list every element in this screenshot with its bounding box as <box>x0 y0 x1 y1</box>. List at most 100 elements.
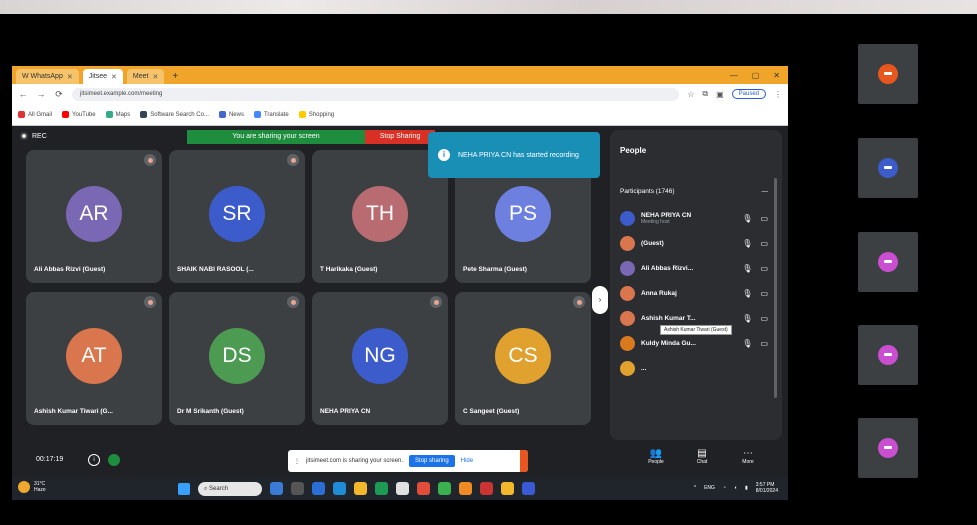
participant-name: NEHA PRIYA CN <box>320 408 371 415</box>
app-icon[interactable] <box>375 482 388 495</box>
participant-tile[interactable]: DS Dr M Srikanth (Guest) <box>169 292 305 425</box>
hide-button[interactable]: Hide <box>461 458 473 464</box>
video-thumbnail[interactable] <box>858 44 918 104</box>
weather-text: 31°C Haze <box>34 481 46 493</box>
chat-icon: ▤ <box>697 448 707 459</box>
app-icon[interactable] <box>480 482 493 495</box>
participant-tile[interactable]: AT Ashish Kumar Tiwari (G... <box>26 292 162 425</box>
collapse-icon[interactable]: — <box>762 188 769 195</box>
new-tab-button[interactable]: + <box>168 70 182 84</box>
profile-button[interactable]: Paused <box>731 89 766 99</box>
record-icon <box>20 132 28 140</box>
participant-name: Anna Rukaj <box>641 290 677 297</box>
address-bar[interactable]: jitsimeet.example.com/meeting <box>72 87 680 101</box>
forward-icon[interactable]: → <box>36 89 46 99</box>
participant-name: C Sangeet (Guest) <box>463 408 520 415</box>
app-icon[interactable] <box>417 482 430 495</box>
video-thumbnail[interactable] <box>858 138 918 198</box>
app-icon[interactable] <box>438 482 451 495</box>
participant-name: T Harikaka (Guest) <box>320 266 378 273</box>
windows-start-icon[interactable] <box>178 483 190 495</box>
meeting-area: REC You are sharing your screen Stop Sha… <box>12 126 788 478</box>
bookmark-item[interactable]: Shopping <box>298 111 335 118</box>
bookmark-star-icon[interactable]: ☆ <box>687 90 694 99</box>
bookmark-item[interactable]: All Gmail <box>18 111 52 118</box>
reload-icon[interactable]: ⟳ <box>54 89 64 100</box>
scrollbar[interactable] <box>774 178 777 398</box>
back-icon[interactable]: ← <box>18 89 28 99</box>
participant-name: Ali Abbas Rizvi... <box>641 265 694 272</box>
bookmark-item[interactable]: News <box>218 111 244 118</box>
close-icon[interactable]: ✕ <box>111 73 117 81</box>
video-thumbnail[interactable] <box>858 232 918 292</box>
info-icon: i <box>438 149 450 161</box>
app-icon[interactable] <box>354 482 367 495</box>
bookmark-item[interactable]: YouTube <box>62 111 96 118</box>
participant-tile[interactable]: NG NEHA PRIYA CN <box>312 292 448 425</box>
row-icons: 🎙 ▭ <box>742 289 768 298</box>
info-icon[interactable]: i <box>88 454 100 466</box>
app-icon[interactable] <box>501 482 514 495</box>
video-thumbnail[interactable] <box>858 418 918 478</box>
battery-icon[interactable]: ▮ <box>745 485 748 491</box>
app-icon[interactable] <box>522 482 535 495</box>
chevron-up-icon[interactable]: ^ <box>694 485 696 491</box>
chat-button[interactable]: ▤ Chat <box>688 448 716 465</box>
camera-off-icon: ▭ <box>760 264 768 273</box>
close-window-icon[interactable]: ✕ <box>773 71 780 80</box>
more-icon: ⋯ <box>743 448 753 459</box>
app-icon[interactable] <box>291 482 304 495</box>
participants-section[interactable]: Participants (1746) — <box>620 188 768 195</box>
shield-icon[interactable] <box>108 454 120 466</box>
sidepanel-icon[interactable]: ▣ <box>716 90 724 99</box>
bookmark-item[interactable]: Maps <box>105 111 130 118</box>
bookmark-item[interactable]: Software Search Co... <box>140 111 209 118</box>
list-item[interactable]: (Guest) 🎙 ▭ <box>620 231 768 256</box>
menu-icon[interactable]: ⋮ <box>774 90 782 99</box>
people-button[interactable]: 👥 People <box>642 448 670 465</box>
more-button[interactable]: ⋯ More <box>734 448 762 465</box>
app-icon[interactable] <box>270 482 283 495</box>
list-item[interactable]: Ali Abbas Rizvi... 🎙 ▭ <box>620 256 768 281</box>
language-indicator[interactable]: ENG <box>704 485 715 491</box>
participant-name: Ali Abbas Rizvi (Guest) <box>34 266 106 273</box>
app-icon[interactable] <box>333 482 346 495</box>
stop-sharing-popup-button[interactable]: Stop sharing <box>409 455 455 467</box>
minimize-icon[interactable]: — <box>730 71 738 80</box>
chevron-right-icon[interactable]: › <box>592 286 608 314</box>
maximize-icon[interactable]: ▢ <box>752 71 760 80</box>
drag-handle-icon[interactable]: ⋮ <box>294 458 300 465</box>
tab-whatsapp[interactable]: W WhatsApp ✕ <box>16 69 79 84</box>
close-icon[interactable]: ✕ <box>152 73 158 81</box>
list-item[interactable]: Anna Rukaj 🎙 ▭ <box>620 281 768 306</box>
recording-toast: i NEHA PRIYA CN has started recording <box>428 132 600 178</box>
bookmark-item[interactable]: Translate <box>253 111 289 118</box>
tab-meet[interactable]: Meet ✕ <box>126 69 165 84</box>
clock[interactable]: 3:57 PM 8/01/2024 <box>756 482 778 494</box>
app-icon[interactable] <box>459 482 472 495</box>
avatar <box>620 261 635 276</box>
window-controls: — ▢ ✕ <box>730 66 788 84</box>
list-item[interactable]: ... <box>620 356 768 381</box>
participant-tile[interactable]: CS C Sangeet (Guest) <box>455 292 591 425</box>
participant-tile[interactable]: SR SHAIK NABI RASOOL (... <box>169 150 305 283</box>
tab-jitsee[interactable]: Jitsee ✕ <box>82 69 123 84</box>
volume-icon[interactable]: ◖ <box>734 485 737 491</box>
close-icon[interactable]: ✕ <box>67 73 73 81</box>
participant-tile[interactable]: AR Ali Abbas Rizvi (Guest) <box>26 150 162 283</box>
extensions-icon[interactable]: ⧉ <box>702 89 708 99</box>
participant-name: (Guest) <box>641 240 664 247</box>
maps-icon <box>105 111 113 118</box>
avatar: CS <box>495 328 551 384</box>
stop-sharing-button[interactable]: Stop Sharing <box>365 130 435 144</box>
wifi-icon[interactable]: ◔ <box>723 485 726 491</box>
list-item[interactable]: NEHA PRIYA CN Meeting host 🎙 ▭ <box>620 206 768 231</box>
weather-widget[interactable]: 31°C Haze <box>18 481 46 493</box>
tab-label: W WhatsApp <box>22 73 63 80</box>
bookmark-label: Shopping <box>308 111 335 118</box>
video-thumbnail[interactable] <box>858 325 918 385</box>
taskbar-search[interactable]: ⌕ Search <box>198 482 262 496</box>
app-icon[interactable] <box>312 482 325 495</box>
system-tray: ^ ENG ◔ ◖ ▮ 3:57 PM 8/01/2024 <box>694 482 778 494</box>
app-icon[interactable] <box>396 482 409 495</box>
